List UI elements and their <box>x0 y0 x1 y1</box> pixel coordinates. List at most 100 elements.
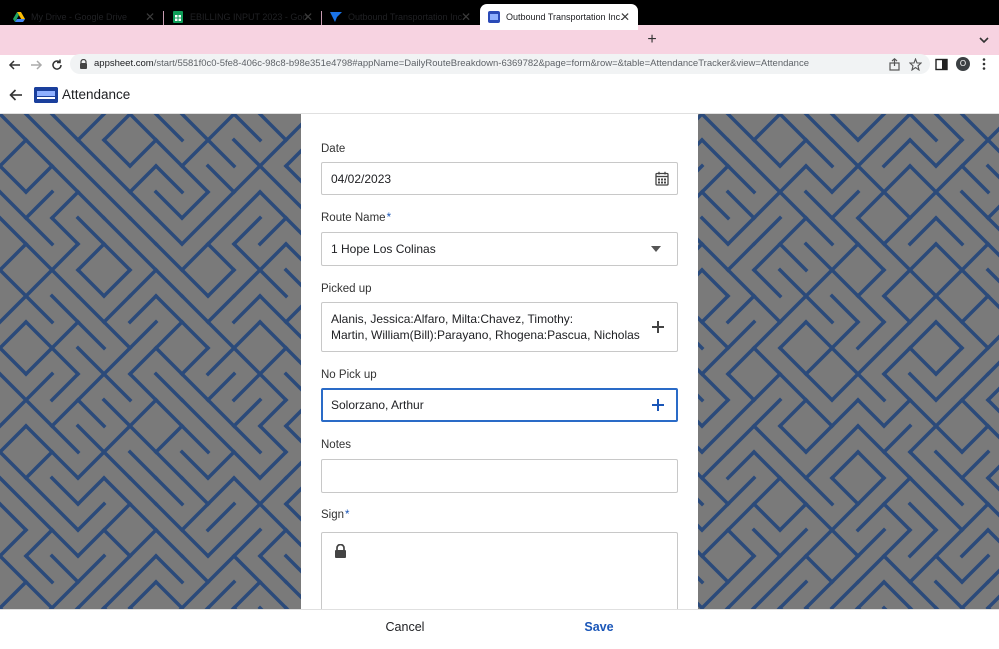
pattern-stroke <box>75 241 107 273</box>
route-name-select[interactable]: 1 Hope Los Colinas <box>321 232 678 266</box>
pattern-stroke <box>829 449 861 481</box>
pattern-stroke <box>881 475 913 507</box>
tab-outbound-1[interactable]: Outbound Transportation Inc. ✕ <box>322 4 479 30</box>
add-icon[interactable] <box>652 321 664 333</box>
pattern-stroke <box>907 475 939 507</box>
pattern-stroke <box>907 345 939 377</box>
add-icon[interactable] <box>652 399 664 411</box>
pattern-stroke <box>933 475 965 507</box>
pattern-stroke <box>153 114 185 143</box>
pattern-stroke <box>101 293 133 325</box>
pattern-stroke <box>751 423 783 455</box>
pattern-stroke <box>23 319 55 351</box>
pattern-stroke <box>153 293 185 325</box>
picked-up-field[interactable]: Alanis, Jessica:Alfaro, Milta:Chavez, Ti… <box>321 302 678 352</box>
pattern-stroke <box>153 189 185 221</box>
url-text[interactable]: appsheet.com/start/5581f0c0-5fe8-406c-98… <box>94 58 809 69</box>
pattern-stroke <box>959 475 991 507</box>
pattern-stroke <box>751 397 783 429</box>
pattern-stroke <box>725 189 757 221</box>
pattern-stroke <box>205 345 237 377</box>
save-button[interactable]: Save <box>570 620 628 634</box>
pattern-stroke <box>959 163 991 195</box>
pattern-stroke <box>257 345 289 377</box>
pattern-stroke <box>49 241 81 273</box>
pattern-stroke <box>231 241 263 273</box>
date-field[interactable]: 04/02/2023 <box>321 162 678 195</box>
close-icon[interactable]: ✕ <box>618 10 632 24</box>
pattern-stroke <box>179 449 211 481</box>
pattern-stroke <box>803 553 835 585</box>
pattern-stroke <box>751 345 783 377</box>
pattern-stroke <box>881 501 913 533</box>
dropdown-arrow-icon[interactable] <box>651 246 661 252</box>
pattern-stroke <box>777 163 809 195</box>
pattern-stroke <box>751 189 783 221</box>
profile-avatar[interactable]: O <box>956 57 970 71</box>
pattern-stroke <box>803 241 835 273</box>
pattern-stroke <box>855 423 887 455</box>
pattern-stroke <box>231 371 263 403</box>
close-icon[interactable]: ✕ <box>459 10 473 24</box>
pattern-stroke <box>907 267 939 299</box>
pattern-stroke <box>179 501 211 533</box>
pattern-stroke <box>855 114 887 143</box>
pattern-stroke <box>699 137 731 169</box>
pattern-stroke <box>751 267 783 299</box>
pattern-stroke <box>0 371 29 403</box>
pattern-stroke <box>179 293 211 325</box>
cancel-button[interactable]: Cancel <box>375 620 435 634</box>
pattern-stroke <box>23 137 55 169</box>
app-logo <box>34 87 58 103</box>
pattern-stroke <box>49 579 81 609</box>
forward-arrow-icon[interactable] <box>29 58 43 72</box>
pattern-stroke <box>777 137 809 169</box>
pattern-stroke <box>985 163 999 180</box>
pattern-stroke <box>751 475 783 507</box>
share-icon[interactable] <box>888 58 901 71</box>
star-icon[interactable] <box>909 58 922 71</box>
pattern-stroke <box>127 114 159 143</box>
pattern-stroke <box>101 215 133 247</box>
pattern-stroke <box>751 579 783 609</box>
pattern-stroke <box>153 241 185 273</box>
pattern-stroke <box>127 475 159 507</box>
pattern-stroke <box>985 204 999 221</box>
pattern-stroke <box>855 579 887 609</box>
pattern-stroke <box>75 553 107 585</box>
close-icon[interactable]: ✕ <box>301 10 315 24</box>
new-tab-icon[interactable]: + <box>643 31 661 49</box>
calendar-icon[interactable] <box>655 171 669 186</box>
pattern-stroke <box>907 579 939 609</box>
pattern-stroke <box>829 293 861 325</box>
back-arrow-icon[interactable] <box>9 88 23 102</box>
pattern-stroke <box>153 137 185 169</box>
notes-field[interactable] <box>321 459 678 493</box>
tab-outbound-active[interactable]: Outbound Transportation Inc. ✕ <box>480 4 638 30</box>
pattern-stroke <box>205 241 237 273</box>
pattern-stroke <box>231 345 263 377</box>
back-arrow-icon[interactable] <box>8 58 22 72</box>
no-pick-up-field[interactable]: Solorzano, Arthur <box>321 388 678 422</box>
pattern-stroke <box>101 371 133 403</box>
signature-pad[interactable] <box>321 532 678 612</box>
pattern-stroke <box>803 137 835 169</box>
pattern-stroke <box>829 371 861 403</box>
reload-icon[interactable] <box>50 58 64 72</box>
side-panel-icon[interactable] <box>935 58 948 71</box>
tab-ebilling[interactable]: EBILLING INPUT 2023 - Google Sheets ✕ <box>164 4 321 30</box>
tab-my-drive[interactable]: My Drive - Google Drive ✕ <box>5 4 163 30</box>
pattern-stroke <box>959 579 991 609</box>
pattern-stroke <box>855 215 887 247</box>
pattern-stroke <box>829 527 861 559</box>
pattern-stroke <box>179 423 211 455</box>
pattern-stroke <box>23 475 55 507</box>
pattern-stroke <box>0 423 29 455</box>
pattern-stroke <box>959 501 991 533</box>
pattern-stroke <box>907 319 939 351</box>
chevron-down-icon[interactable] <box>977 34 991 46</box>
close-icon[interactable]: ✕ <box>143 10 157 24</box>
date-label: Date <box>321 143 345 155</box>
more-menu-icon[interactable] <box>980 57 988 71</box>
pattern-stroke <box>985 423 999 440</box>
